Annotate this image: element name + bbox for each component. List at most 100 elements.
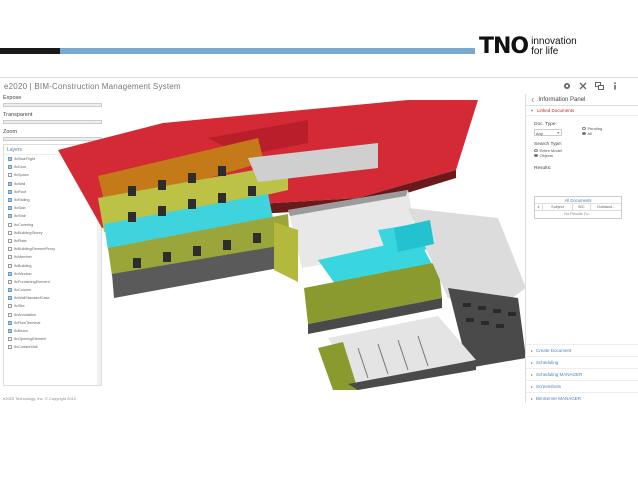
col-bc[interactable]: B/C [573,204,591,210]
chevron-right-icon: ▸ [531,372,534,377]
results-table: All Documents # Subject B/C Outstand... … [534,196,622,219]
layer-label: IfcDoor [14,165,27,170]
chevron-left-icon[interactable]: ❮ [531,97,534,102]
results-table-title[interactable]: All Documents [535,197,621,204]
layer-checkbox[interactable] [8,296,12,301]
settings-icon[interactable] [563,82,571,90]
layer-checkbox[interactable] [8,304,12,309]
col-outstanding[interactable]: Outstand... [591,204,621,210]
layer-checkbox[interactable] [8,271,12,276]
layer-checkbox[interactable] [8,312,12,317]
linked-documents-section[interactable]: ▼ Linked Documents [526,106,638,116]
layer-checkbox[interactable] [8,165,12,170]
layer-checkbox[interactable] [8,181,12,186]
transparent-label: Transparent [3,112,33,118]
select-arrow-icon: ▼ [556,131,560,135]
bim-model-view[interactable] [58,98,526,390]
app-title: e2020 | BIM-Construction Management Syst… [4,82,181,91]
bimserver-manager-link[interactable]: ▸ BimServer MANAGER [526,392,638,404]
layer-checkbox[interactable] [8,198,12,203]
objects-radio[interactable] [534,153,538,158]
tno-banner: TNO innovation for life [0,0,638,70]
layer-checkbox[interactable] [8,173,12,178]
layer-checkbox[interactable] [8,238,12,243]
tools-icon[interactable] [579,82,587,90]
all-radio-row[interactable]: All [582,131,602,136]
layer-checkbox[interactable] [8,329,12,334]
chevron-right-icon: ▸ [531,348,534,353]
doc-type-select[interactable]: Any ▼ [534,129,562,136]
linked-documents-body: Doc. Type: Pending All Any ▼ Search Type… [526,116,638,336]
layer-checkbox[interactable] [8,320,12,325]
layer-checkbox[interactable] [8,157,12,162]
layer-label: IfcCurtainWall [14,345,38,350]
linked-documents-title: Linked Documents [536,108,575,113]
layer-label: IfcSite [14,304,25,309]
layer-checkbox[interactable] [8,214,12,219]
info-panel-header[interactable]: ❮ Information Panel [526,94,638,106]
results-empty-text: No Results Fo... [564,212,592,216]
zoom-label: Zoom [3,129,18,135]
title-bar: e2020 | BIM-Construction Management Syst… [0,78,525,94]
doc-type-value: Any [536,131,543,136]
layer-checkbox[interactable] [8,206,12,211]
tno-logo: TNO innovation for life [479,34,577,60]
all-radio[interactable] [582,131,586,136]
info-panel-title: Information Panel [538,96,586,103]
toolbar-icons [563,82,619,90]
layer-checkbox[interactable] [8,263,12,268]
layer-checkbox[interactable] [8,337,12,342]
layer-checkbox[interactable] [8,247,12,252]
all-label: All [587,131,592,136]
screenshots-link[interactable]: ▸ Screenshots [526,380,638,392]
olive-side-wall [274,222,298,282]
layer-checkbox[interactable] [8,345,12,350]
scheduling-manager-link[interactable]: ▸ Scheduling MANAGER [526,368,638,380]
layer-label: IfcColumn [14,288,32,293]
layer-label: IfcSlab [14,206,26,211]
layer-checkbox[interactable] [8,189,12,194]
info-panel-links: ▸ Create Document ▸ Scheduling ▸ Scheduling… [526,344,638,404]
objects-radio-row[interactable]: Objects [534,153,630,158]
layer-checkbox[interactable] [8,222,12,227]
screens-icon[interactable] [595,82,604,90]
tno-tagline: innovation for life [531,37,577,57]
layer-label: IfcRoof [14,189,27,194]
layer-label: IfcBuildingStorey [14,230,43,235]
layer-checkbox[interactable] [8,288,12,293]
layer-label: IfcCovering [14,222,34,227]
layer-label: IfcBeam [14,329,28,334]
layer-checkbox[interactable] [8,279,12,284]
layer-label: IfcStairFlight [14,157,36,162]
chevron-right-icon: ▸ [531,360,534,365]
col-subject[interactable]: Subject [543,204,573,210]
banner-stripe-dark [0,48,60,54]
results-label: Results: [534,166,552,171]
create-document-link[interactable]: ▸ Create Document [526,344,638,356]
layer-label: IfcBuilding [14,263,32,268]
layer-checkbox[interactable] [8,230,12,235]
entire-model-radio[interactable] [534,148,538,153]
tno-logo-mark: TNO [479,34,529,59]
layer-label: IfcSpace [14,173,29,178]
layer-label: IfcWall [14,181,26,186]
scheduling-label: Scheduling [536,360,559,365]
screenshots-label: Screenshots [536,384,562,389]
layer-label: IfcOpeningElement [14,337,47,342]
tagline-line-2: for life [531,46,559,57]
layer-label: IfcWindow [14,271,32,276]
layer-label: IfcWallStandardCase [14,296,50,301]
pending-radio[interactable] [582,126,586,131]
chevron-right-icon: ▸ [531,384,534,389]
model-viewport[interactable] [58,98,526,390]
info-icon[interactable] [611,82,619,90]
results-table-header: # Subject B/C Outstand... [535,204,621,211]
layer-label: IfcRailing [14,198,30,203]
scheduling-link[interactable]: ▸ Scheduling [526,356,638,368]
col-number[interactable]: # [535,204,543,210]
expose-label: Expose [3,95,22,101]
create-document-label: Create Document [536,348,572,353]
copyright-footer: e2020 Technology, Inc. © Copyright 2012 [3,396,77,401]
layer-checkbox[interactable] [8,255,12,260]
bimserver-manager-label: BimServer MANAGER [536,396,582,401]
